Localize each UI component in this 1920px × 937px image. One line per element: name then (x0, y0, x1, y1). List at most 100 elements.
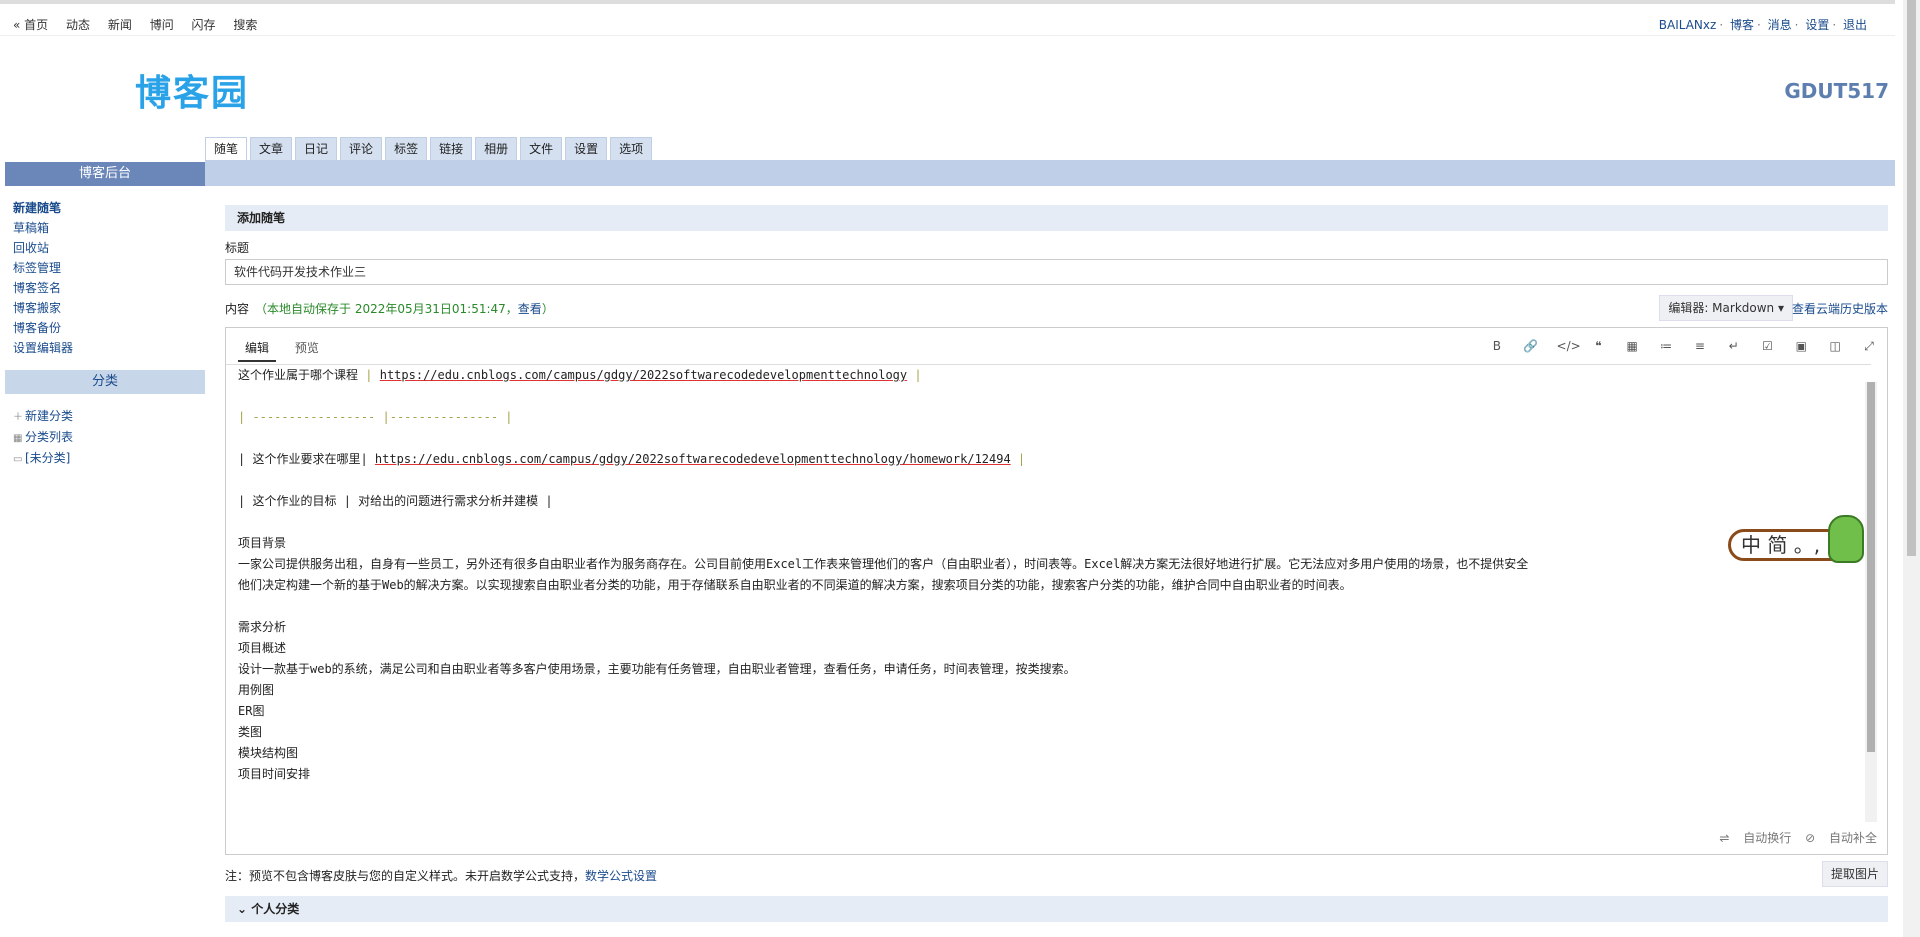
sidebar-menu: 新建随笔 草稿箱 回收站 标签管理 博客签名 博客搬家 博客备份 设置编辑器 (5, 186, 205, 370)
extract-images-button[interactable]: 提取图片 (1821, 861, 1888, 887)
personal-category-section[interactable]: ⌄ 个人分类 (225, 896, 1888, 922)
editor-line: 模块结构图 (238, 746, 299, 760)
autosave-view-link[interactable]: 查看 (518, 302, 542, 316)
tab-files[interactable]: 文件 (520, 137, 563, 160)
ime-toolbar[interactable]: 中 简 。, (1728, 515, 1864, 565)
cnblogs-logo[interactable]: 博客园 (135, 64, 249, 116)
username-link[interactable]: BAILANxz (1659, 18, 1717, 32)
content-header: 内容 （本地自动保存于 2022年05月31日01:51:47，查看） 编辑器:… (225, 295, 1888, 321)
preview-note: 注：预览不包含博客皮肤与您的自定义样式。未开启数学公式支持，数学公式设置 提取图… (225, 861, 1888, 891)
tab-options[interactable]: 选项 (610, 137, 653, 160)
category-new[interactable]: ＋新建分类 (13, 406, 197, 427)
tab-diary[interactable]: 日记 (295, 137, 338, 160)
tab-articles[interactable]: 文章 (250, 137, 293, 160)
chevron-down-icon: ⌄ (237, 902, 252, 916)
editor-type-select[interactable]: 编辑器: Markdown ▾ (1659, 295, 1793, 321)
sidebar-item-drafts[interactable]: 草稿箱 (13, 218, 197, 238)
autosave-status: （本地自动保存于 2022年05月31日01:51:47，查看） (255, 302, 554, 316)
editor-tabs: 编辑 预览 (238, 336, 334, 362)
tab-settings[interactable]: 设置 (565, 137, 608, 160)
editor-toolbar: B 🔗 </> ❝ ▦ ≔ ≡ ↵ ☑ ▣ ◫ ⤢ (1475, 338, 1877, 354)
category-menu: ＋新建分类 ▦ 分类列表 ▭ [未分类] (5, 394, 205, 481)
category-list[interactable]: ▦ 分类列表 (13, 427, 197, 448)
nav-flash-link[interactable]: 闪存 (192, 18, 216, 32)
sidebar-item-signature[interactable]: 博客签名 (13, 278, 197, 298)
editor-scrollbar[interactable] (1865, 382, 1877, 822)
content-label: 内容 (225, 302, 250, 316)
autocomplete-toggle[interactable]: ⊘ 自动补全 (1805, 831, 1877, 845)
dinosaur-icon (1828, 515, 1864, 563)
add-post-title: 添加随笔 (225, 205, 1888, 231)
tab-comments[interactable]: 评论 (340, 137, 383, 160)
category-uncategorized[interactable]: ▭ [未分类] (13, 448, 197, 469)
image-icon[interactable]: ▣ (1793, 338, 1809, 354)
logout-link[interactable]: 退出 (1843, 18, 1867, 32)
editor-line: 项目概述 (238, 641, 287, 655)
numbered-list-icon[interactable]: ≡ (1692, 338, 1708, 354)
editor-line: 这个作业属于哪个课程 | https://edu.cnblogs.com/cam… (238, 368, 922, 382)
bullet-list-icon[interactable]: ≔ (1658, 338, 1674, 354)
nav-home-link[interactable]: « 首页 (13, 18, 48, 32)
tab-links[interactable]: 链接 (430, 137, 473, 160)
nav-question-link[interactable]: 博问 (150, 18, 174, 32)
editor-line: ER图 (238, 704, 265, 718)
editor-line: 项目时间安排 (238, 767, 311, 781)
blog-link[interactable]: 博客 (1730, 18, 1754, 32)
fullscreen-icon[interactable]: ⤢ (1861, 338, 1877, 354)
message-link[interactable]: 消息 (1768, 18, 1792, 32)
top-nav: « 首页 动态 新闻 博问 闪存 搜索 (13, 16, 271, 33)
editor-line: 一家公司提供服务出租，自身有一些员工，另外还有很多自由职业者作为服务商存在。公司… (238, 557, 1529, 571)
nav-dynamic-link[interactable]: 动态 (66, 18, 90, 32)
editor-line: | 这个作业要求在哪里| https://edu.cnblogs.com/cam… (238, 452, 1026, 466)
tab-posts[interactable]: 随笔 (205, 137, 248, 160)
wrap-toggle[interactable]: ⇌ 自动换行 (1719, 831, 1791, 845)
editor-footer: ⇌ 自动换行 ⊘ 自动补全 (1709, 829, 1877, 846)
sidebar-item-new-post[interactable]: 新建随笔 (13, 198, 197, 218)
title-input[interactable]: 软件代码开发技术作业三 (225, 259, 1888, 285)
sidebar-item-migrate[interactable]: 博客搬家 (13, 298, 197, 318)
editor-line: 项目背景 (238, 536, 287, 550)
nav-search-link[interactable]: 搜索 (233, 18, 257, 32)
nav-news-link[interactable]: 新闻 (108, 18, 132, 32)
sidebar-item-backup[interactable]: 博客备份 (13, 318, 197, 338)
math-settings-link[interactable]: 数学公式设置 (585, 869, 657, 883)
tab-tags[interactable]: 标签 (385, 137, 428, 160)
bold-icon[interactable]: B (1489, 338, 1505, 354)
sidebar-item-tags[interactable]: 标签管理 (13, 258, 197, 278)
tab-albums[interactable]: 相册 (475, 137, 518, 160)
editor-line: 需求分析 (238, 620, 287, 634)
top-bar: « 首页 动态 新闻 博问 闪存 搜索 BAILANxz · 博客 · 消息 · 设置… (0, 0, 1895, 36)
tab-preview[interactable]: 预览 (288, 336, 326, 360)
split-view-icon[interactable]: ◫ (1827, 338, 1843, 354)
editor-line: 他们决定构建一个新的基于Web的解决方案。以实现搜索自由职业者分类的功能，用于存… (238, 578, 1352, 592)
admin-tabs: 随笔 文章 日记 评论 标签 链接 相册 文件 设置 选项 (205, 137, 655, 160)
sidebar-item-trash[interactable]: 回收站 (13, 238, 197, 258)
page-scrollbar[interactable] (1903, 0, 1920, 937)
editor-line: 类图 (238, 725, 263, 739)
editor-line: | ----------------- |--------------- | (238, 410, 513, 424)
code-icon[interactable]: </> (1557, 338, 1581, 354)
title-label: 标题 (225, 241, 250, 255)
editor-textarea[interactable]: 这个作业属于哪个课程 | https://edu.cnblogs.com/cam… (226, 364, 1871, 805)
table-icon[interactable]: ▦ (1624, 338, 1640, 354)
checkbox-icon[interactable]: ☑ (1760, 338, 1776, 354)
sidebar: 博客后台 新建随笔 草稿箱 回收站 标签管理 博客签名 博客搬家 博客备份 设置… (5, 162, 205, 481)
link-icon[interactable]: 🔗 (1523, 338, 1539, 354)
quote-icon[interactable]: ❝ (1590, 338, 1606, 354)
category-title: 分类 (5, 370, 205, 394)
editor-line: | 这个作业的目标 | 对给出的问题进行需求分析并建模 | (238, 494, 553, 508)
tab-underbar (205, 160, 1895, 186)
editor-line: 设计一款基于web的系统，满足公司和自由职业者等多客户使用场景，主要功能有任务管… (238, 662, 1076, 676)
user-links: BAILANxz · 博客 · 消息 · 设置 · 退出 (1658, 18, 1867, 32)
cloud-history-link[interactable]: 查看云端历史版本 (1792, 300, 1888, 317)
blog-name[interactable]: GDUT517 (1784, 79, 1889, 103)
insert-break-icon[interactable]: ↵ (1726, 338, 1742, 354)
tab-edit[interactable]: 编辑 (238, 336, 277, 362)
sidebar-item-editor-settings[interactable]: 设置编辑器 (13, 338, 197, 358)
settings-link[interactable]: 设置 (1805, 18, 1829, 32)
